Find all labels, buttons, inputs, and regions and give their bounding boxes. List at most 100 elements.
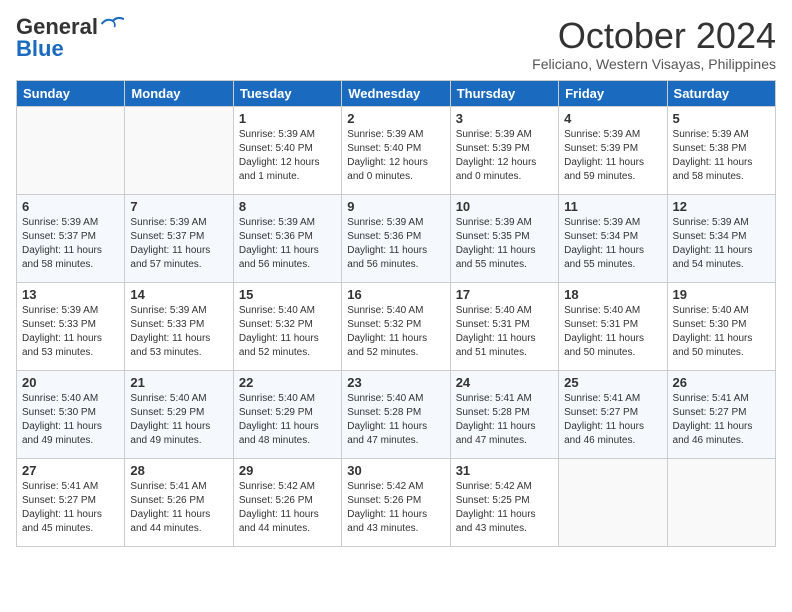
- day-number: 26: [673, 375, 770, 390]
- calendar-day-cell: 11Sunrise: 5:39 AM Sunset: 5:34 PM Dayli…: [559, 194, 667, 282]
- day-info: Sunrise: 5:42 AM Sunset: 5:25 PM Dayligh…: [456, 480, 553, 536]
- day-info: Sunrise: 5:39 AM Sunset: 5:36 PM Dayligh…: [239, 216, 336, 272]
- day-info: Sunrise: 5:39 AM Sunset: 5:37 PM Dayligh…: [130, 216, 227, 272]
- calendar-day-cell: 1Sunrise: 5:39 AM Sunset: 5:40 PM Daylig…: [233, 106, 341, 194]
- day-info: Sunrise: 5:42 AM Sunset: 5:26 PM Dayligh…: [239, 480, 336, 536]
- title-area: October 2024 Feliciano, Western Visayas,…: [532, 16, 776, 72]
- calendar-week-row: 1Sunrise: 5:39 AM Sunset: 5:40 PM Daylig…: [17, 106, 776, 194]
- day-info: Sunrise: 5:41 AM Sunset: 5:27 PM Dayligh…: [22, 480, 119, 536]
- calendar-week-row: 6 Sunrise: 5:39 AM Sunset: 5:37 PM Daylig…: [17, 194, 776, 282]
- calendar-day-cell: [125, 106, 233, 194]
- day-number: 12: [673, 199, 770, 214]
- day-info: Sunrise: 5:40 AM Sunset: 5:29 PM Dayligh…: [130, 392, 227, 448]
- calendar-day-cell: 28Sunrise: 5:41 AM Sunset: 5:26 PM Dayli…: [125, 458, 233, 546]
- calendar-day-cell: 12 Sunrise: 5:39 AM Sunset: 5:34 PM Dayli…: [667, 194, 775, 282]
- weekday-header-cell: Thursday: [450, 80, 558, 106]
- day-info: Sunrise: 5:40 AM Sunset: 5:32 PM Dayligh…: [239, 304, 336, 360]
- day-number: 7: [130, 199, 227, 214]
- day-number: 17: [456, 287, 553, 302]
- calendar-day-cell: 21 Sunrise: 5:40 AM Sunset: 5:29 PM Dayli…: [125, 370, 233, 458]
- day-info: Sunrise: 5:40 AM Sunset: 5:29 PM Dayligh…: [239, 392, 336, 448]
- calendar-table: SundayMondayTuesdayWednesdayThursdayFrid…: [16, 80, 776, 547]
- day-number: 30: [347, 463, 444, 478]
- day-number: 20: [22, 375, 119, 390]
- calendar-day-cell: 30Sunrise: 5:42 AM Sunset: 5:26 PM Dayli…: [342, 458, 450, 546]
- day-number: 23: [347, 375, 444, 390]
- day-info: Sunrise: 5:39 AM Sunset: 5:37 PM Dayligh…: [22, 216, 119, 272]
- day-number: 18: [564, 287, 661, 302]
- day-number: 3: [456, 111, 553, 126]
- page-header: GeneralBlue October 2024 Feliciano, West…: [16, 16, 776, 72]
- calendar-day-cell: 14 Sunrise: 5:39 AM Sunset: 5:33 PM Dayli…: [125, 282, 233, 370]
- day-number: 16: [347, 287, 444, 302]
- day-info: Sunrise: 5:39 AM Sunset: 5:38 PM Dayligh…: [673, 128, 770, 184]
- day-info: Sunrise: 5:40 AM Sunset: 5:32 PM Dayligh…: [347, 304, 444, 360]
- calendar-day-cell: [17, 106, 125, 194]
- calendar-week-row: 27 Sunrise: 5:41 AM Sunset: 5:27 PM Dayli…: [17, 458, 776, 546]
- calendar-day-cell: 25 Sunrise: 5:41 AM Sunset: 5:27 PM Dayli…: [559, 370, 667, 458]
- day-info: Sunrise: 5:39 AM Sunset: 5:40 PM Dayligh…: [239, 128, 336, 184]
- day-info: Sunrise: 5:39 AM Sunset: 5:34 PM Dayligh…: [564, 216, 661, 272]
- calendar-day-cell: 8 Sunrise: 5:39 AM Sunset: 5:36 PM Daylig…: [233, 194, 341, 282]
- day-info: Sunrise: 5:40 AM Sunset: 5:30 PM Dayligh…: [673, 304, 770, 360]
- day-number: 19: [673, 287, 770, 302]
- day-number: 31: [456, 463, 553, 478]
- calendar-day-cell: 2 Sunrise: 5:39 AM Sunset: 5:40 PM Daylig…: [342, 106, 450, 194]
- calendar-day-cell: 10 Sunrise: 5:39 AM Sunset: 5:35 PM Dayli…: [450, 194, 558, 282]
- calendar-day-cell: [559, 458, 667, 546]
- calendar-day-cell: 23 Sunrise: 5:40 AM Sunset: 5:28 PM Dayli…: [342, 370, 450, 458]
- day-info: Sunrise: 5:40 AM Sunset: 5:28 PM Dayligh…: [347, 392, 444, 448]
- day-info: Sunrise: 5:39 AM Sunset: 5:33 PM Dayligh…: [22, 304, 119, 360]
- calendar-day-cell: 26 Sunrise: 5:41 AM Sunset: 5:27 PM Dayli…: [667, 370, 775, 458]
- day-number: 9: [347, 199, 444, 214]
- calendar-day-cell: 5 Sunrise: 5:39 AM Sunset: 5:38 PM Daylig…: [667, 106, 775, 194]
- calendar-day-cell: 27 Sunrise: 5:41 AM Sunset: 5:27 PM Dayli…: [17, 458, 125, 546]
- day-number: 10: [456, 199, 553, 214]
- calendar-week-row: 13 Sunrise: 5:39 AM Sunset: 5:33 PM Dayli…: [17, 282, 776, 370]
- location-subtitle: Feliciano, Western Visayas, Philippines: [532, 56, 776, 72]
- day-info: Sunrise: 5:39 AM Sunset: 5:40 PM Dayligh…: [347, 128, 444, 184]
- day-info: Sunrise: 5:39 AM Sunset: 5:36 PM Dayligh…: [347, 216, 444, 272]
- day-number: 13: [22, 287, 119, 302]
- calendar-day-cell: 7 Sunrise: 5:39 AM Sunset: 5:37 PM Daylig…: [125, 194, 233, 282]
- calendar-day-cell: 24 Sunrise: 5:41 AM Sunset: 5:28 PM Dayli…: [450, 370, 558, 458]
- calendar-day-cell: 18 Sunrise: 5:40 AM Sunset: 5:31 PM Dayli…: [559, 282, 667, 370]
- logo-text: GeneralBlue: [16, 16, 98, 60]
- calendar-day-cell: 17 Sunrise: 5:40 AM Sunset: 5:31 PM Dayli…: [450, 282, 558, 370]
- day-number: 5: [673, 111, 770, 126]
- day-info: Sunrise: 5:39 AM Sunset: 5:35 PM Dayligh…: [456, 216, 553, 272]
- day-info: Sunrise: 5:41 AM Sunset: 5:27 PM Dayligh…: [673, 392, 770, 448]
- day-info: Sunrise: 5:39 AM Sunset: 5:34 PM Dayligh…: [673, 216, 770, 272]
- day-info: Sunrise: 5:41 AM Sunset: 5:28 PM Dayligh…: [456, 392, 553, 448]
- day-info: Sunrise: 5:39 AM Sunset: 5:33 PM Dayligh…: [130, 304, 227, 360]
- calendar-day-cell: 3Sunrise: 5:39 AM Sunset: 5:39 PM Daylig…: [450, 106, 558, 194]
- day-number: 14: [130, 287, 227, 302]
- day-number: 27: [22, 463, 119, 478]
- day-number: 8: [239, 199, 336, 214]
- calendar-day-cell: 9 Sunrise: 5:39 AM Sunset: 5:36 PM Daylig…: [342, 194, 450, 282]
- weekday-header-cell: Saturday: [667, 80, 775, 106]
- day-info: Sunrise: 5:41 AM Sunset: 5:27 PM Dayligh…: [564, 392, 661, 448]
- logo-bird-icon: [100, 16, 124, 32]
- day-number: 24: [456, 375, 553, 390]
- day-number: 2: [347, 111, 444, 126]
- day-number: 6: [22, 199, 119, 214]
- month-year-title: October 2024: [532, 16, 776, 56]
- calendar-week-row: 20Sunrise: 5:40 AM Sunset: 5:30 PM Dayli…: [17, 370, 776, 458]
- calendar-day-cell: 31 Sunrise: 5:42 AM Sunset: 5:25 PM Dayli…: [450, 458, 558, 546]
- day-number: 28: [130, 463, 227, 478]
- calendar-day-cell: 20Sunrise: 5:40 AM Sunset: 5:30 PM Dayli…: [17, 370, 125, 458]
- day-number: 21: [130, 375, 227, 390]
- day-number: 15: [239, 287, 336, 302]
- weekday-header-cell: Friday: [559, 80, 667, 106]
- day-info: Sunrise: 5:39 AM Sunset: 5:39 PM Dayligh…: [564, 128, 661, 184]
- weekday-header-cell: Monday: [125, 80, 233, 106]
- weekday-header-cell: Tuesday: [233, 80, 341, 106]
- day-number: 4: [564, 111, 661, 126]
- weekday-header-row: SundayMondayTuesdayWednesdayThursdayFrid…: [17, 80, 776, 106]
- calendar-day-cell: [667, 458, 775, 546]
- calendar-day-cell: 6 Sunrise: 5:39 AM Sunset: 5:37 PM Daylig…: [17, 194, 125, 282]
- day-info: Sunrise: 5:40 AM Sunset: 5:31 PM Dayligh…: [456, 304, 553, 360]
- day-number: 25: [564, 375, 661, 390]
- day-info: Sunrise: 5:40 AM Sunset: 5:31 PM Dayligh…: [564, 304, 661, 360]
